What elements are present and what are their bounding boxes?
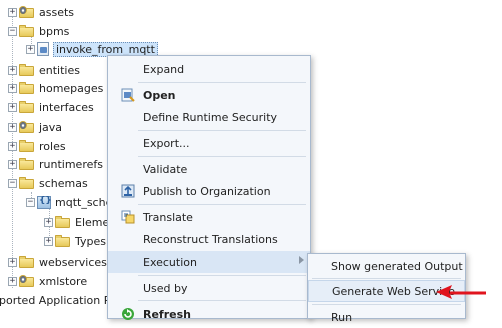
menu-item-label: Reconstruct Translations — [143, 232, 278, 246]
menu-separator — [138, 300, 306, 301]
tree-item-label: java — [39, 120, 63, 134]
menu-item-label: Execution — [143, 255, 197, 269]
tree-item-label: assets — [39, 5, 75, 19]
folder-icon — [19, 157, 35, 171]
tree-item-label: runtimerefs — [39, 157, 103, 171]
folder-icon — [19, 100, 35, 114]
bpm-document-icon — [37, 42, 49, 56]
menu-separator — [138, 130, 306, 131]
schema-icon — [37, 195, 52, 209]
menu-item-expand[interactable]: Expand — [108, 58, 310, 80]
menu-item-translate[interactable]: Translate — [108, 206, 310, 228]
expand-toggle[interactable]: + — [44, 236, 53, 246]
folder-icon — [19, 63, 35, 77]
collapse-toggle[interactable]: − — [8, 26, 17, 36]
expand-toggle[interactable]: + — [8, 7, 17, 17]
tree-item-types[interactable]: + Types — [44, 232, 106, 250]
tree-item-runtimerefs[interactable]: + runtimerefs — [8, 155, 103, 173]
menu-separator — [138, 156, 306, 157]
menu-item-label: Define Runtime Security — [143, 110, 278, 124]
submenu-item-show-generated-output[interactable]: Show generated Output — [308, 255, 465, 277]
submenu-arrow-icon — [299, 256, 304, 264]
expand-toggle[interactable]: + — [26, 44, 35, 54]
menu-item-label: Used by — [143, 281, 188, 295]
collapse-toggle[interactable]: − — [8, 178, 17, 188]
menu-item-label: Expand — [143, 62, 185, 76]
tree-item-label: roles — [39, 139, 66, 153]
menu-item-label: Open — [143, 88, 176, 102]
expand-toggle[interactable]: + — [8, 257, 17, 267]
tree-item-interfaces[interactable]: + interfaces — [8, 98, 94, 116]
submenu-item-label: Show generated Output — [331, 259, 463, 273]
menu-item-label: Translate — [143, 210, 193, 224]
tree-item-webservices[interactable]: + webservices — [8, 253, 107, 271]
publish-icon — [121, 184, 135, 198]
menu-item-open[interactable]: Open — [108, 84, 310, 106]
tree-item-label: Eleme — [75, 215, 110, 229]
context-menu: Expand Open Define Runtime Security Expo… — [107, 55, 311, 321]
expand-toggle[interactable]: + — [8, 65, 17, 75]
tree-item-label: schemas — [39, 176, 88, 190]
menu-item-validate[interactable]: Validate — [108, 158, 310, 180]
expand-toggle[interactable]: + — [8, 83, 17, 93]
tree-item-java[interactable]: + java — [8, 118, 62, 136]
tree-item-xmlstore[interactable]: + xmlstore — [8, 272, 87, 290]
menu-item-export[interactable]: Export... — [108, 132, 310, 154]
tree-item-homepages[interactable]: + homepages — [8, 79, 103, 97]
tree-item-label: xmlstore — [39, 274, 88, 288]
submenu-item-label: Run — [331, 310, 353, 324]
folder-gear-icon — [19, 274, 35, 288]
submenu-separator — [312, 304, 461, 305]
tree-item-schemas[interactable]: − schemas — [8, 174, 88, 192]
folder-icon — [19, 176, 35, 190]
tree-item-entities[interactable]: + entities — [8, 61, 80, 79]
tree-item-roles[interactable]: + roles — [8, 137, 66, 155]
tree-item-bpms[interactable]: − bpms — [8, 22, 69, 40]
submenu-item-run[interactable]: Run — [308, 306, 465, 328]
expand-toggle[interactable]: + — [8, 159, 17, 169]
folder-gear-icon — [19, 5, 35, 19]
folder-icon — [19, 81, 35, 95]
tree-item-label: homepages — [39, 81, 104, 95]
menu-separator — [138, 204, 306, 205]
expand-toggle[interactable]: + — [44, 217, 53, 227]
menu-separator — [138, 275, 306, 276]
menu-item-execution[interactable]: Execution — [108, 251, 310, 273]
tree-item-label: Types — [75, 234, 106, 248]
folder-icon — [19, 24, 35, 38]
tree-item-assets[interactable]: + assets — [8, 3, 74, 21]
tree-item-label: bpms — [39, 24, 70, 38]
menu-item-publish-to-organization[interactable]: Publish to Organization — [108, 180, 310, 202]
menu-item-used-by[interactable]: Used by — [108, 277, 310, 299]
folder-icon — [55, 234, 71, 248]
annotation-arrow-icon — [436, 285, 486, 299]
menu-item-label: Export... — [143, 136, 190, 150]
folder-gear-icon — [19, 120, 35, 134]
open-icon — [121, 88, 135, 102]
tree-item-label: mqtt_sche — [55, 195, 113, 209]
translate-icon — [121, 210, 135, 224]
menu-item-refresh[interactable]: Refresh — [108, 303, 310, 325]
submenu-separator — [312, 278, 461, 279]
tree-item-elements[interactable]: + Eleme — [44, 213, 109, 231]
expand-toggle[interactable]: + — [8, 102, 17, 112]
tree-item-label: interfaces — [39, 100, 94, 114]
folder-icon — [55, 215, 71, 229]
menu-separator — [138, 82, 306, 83]
expand-toggle[interactable]: + — [8, 141, 17, 151]
tree-item-mqtt-schema[interactable]: − mqtt_sche — [26, 193, 112, 211]
expand-toggle[interactable]: + — [8, 122, 17, 132]
folder-icon — [19, 139, 35, 153]
menu-item-label: Validate — [143, 162, 188, 176]
tree-item-label: webservices — [39, 255, 107, 269]
expand-toggle[interactable]: + — [8, 276, 17, 286]
folder-icon — [19, 255, 35, 269]
menu-item-define-runtime-security[interactable]: Define Runtime Security — [108, 106, 310, 128]
menu-item-label: Publish to Organization — [143, 184, 271, 198]
collapse-toggle[interactable]: − — [26, 197, 35, 207]
tree-item-label: entities — [39, 63, 80, 77]
menu-item-reconstruct-translations[interactable]: Reconstruct Translations — [108, 228, 310, 250]
